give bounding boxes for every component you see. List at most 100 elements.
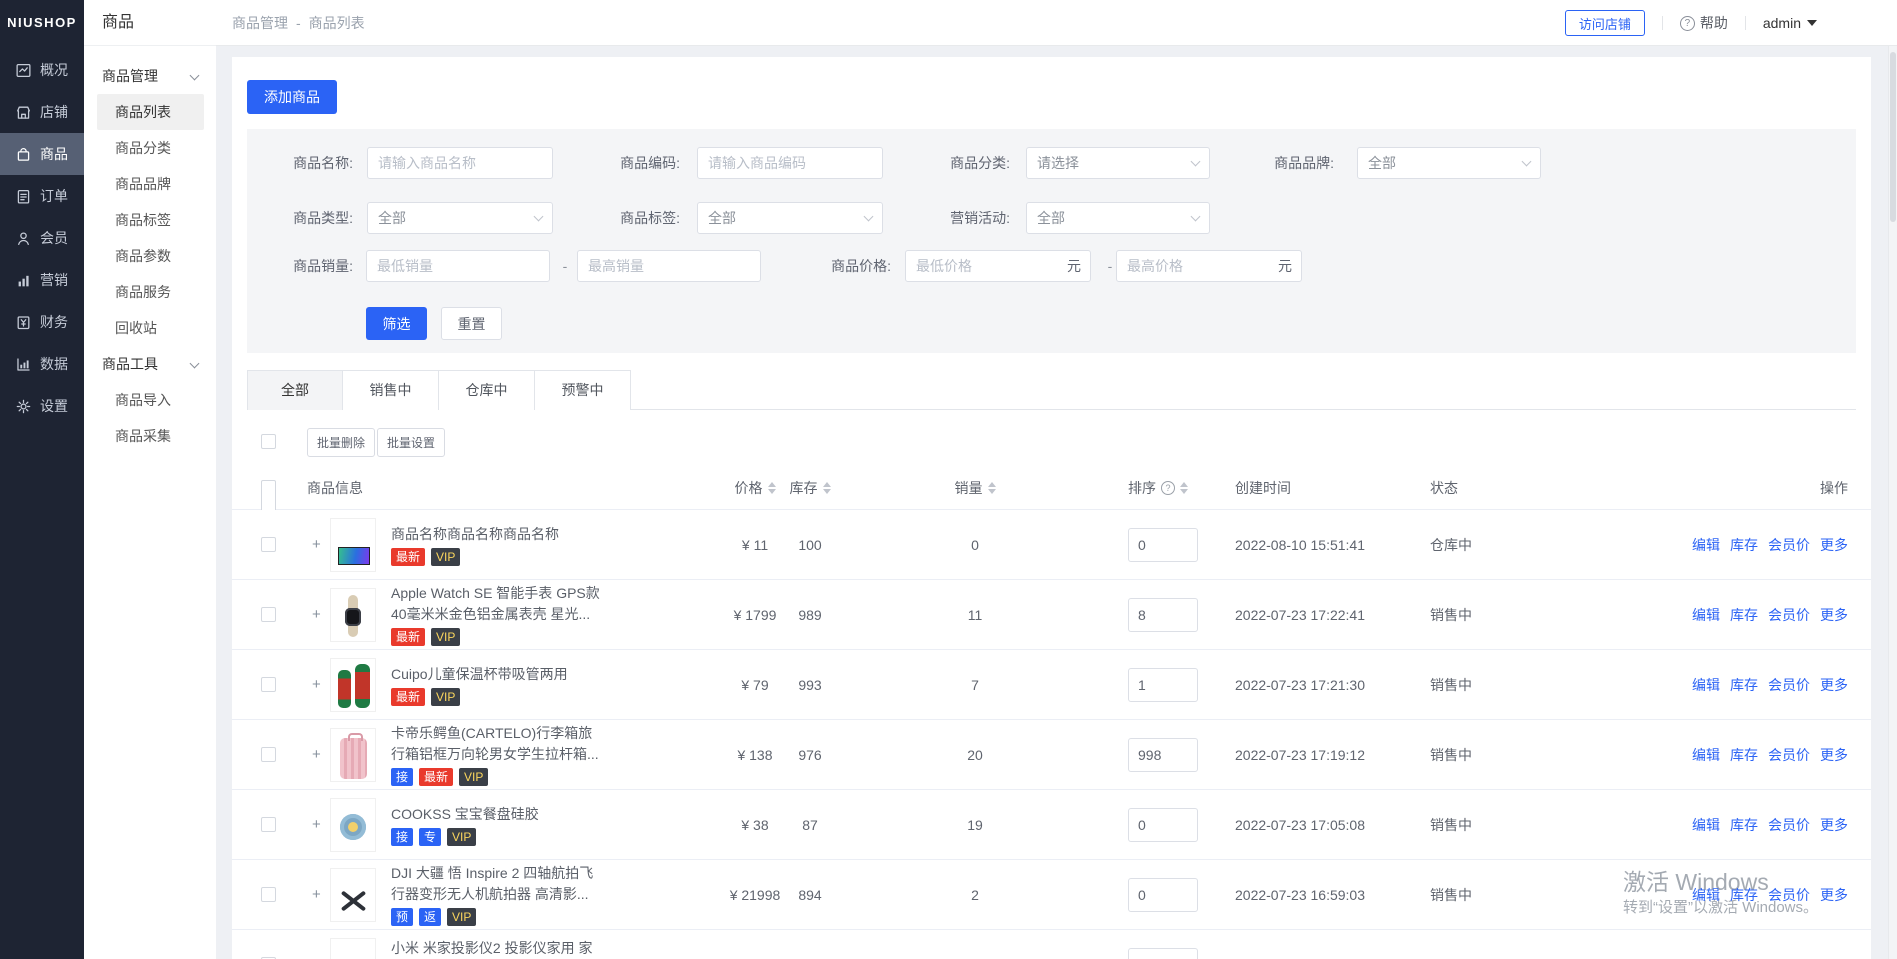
header-stock: 库存 <box>770 466 850 510</box>
sidebar-item-label: 会员 <box>40 228 68 248</box>
action-more[interactable]: 更多 <box>1820 675 1848 695</box>
menu-item-goods-collect[interactable]: 商品采集 <box>84 418 216 454</box>
sort-input[interactable] <box>1128 878 1198 912</box>
sort-toggle-icon[interactable] <box>823 482 831 494</box>
goods-code-input[interactable] <box>697 147 883 179</box>
batch-delete-button[interactable]: 批量删除 <box>307 428 375 457</box>
tab-warning[interactable]: 预警中 <box>535 370 631 410</box>
sidebar-item-overview[interactable]: 概况 <box>0 49 84 91</box>
action-more[interactable]: 更多 <box>1820 605 1848 625</box>
product-image <box>330 938 376 959</box>
action-member-price[interactable]: 会员价 <box>1768 675 1810 695</box>
menu-item-goods-list[interactable]: 商品列表 <box>97 94 204 130</box>
menu-item-goods-category[interactable]: 商品分类 <box>84 130 216 166</box>
menu-item-goods-label[interactable]: 商品标签 <box>84 202 216 238</box>
sort-input[interactable] <box>1128 598 1198 632</box>
menu-item-goods-import[interactable]: 商品导入 <box>84 382 216 418</box>
action-more[interactable]: 更多 <box>1820 745 1848 765</box>
action-edit[interactable]: 编辑 <box>1692 605 1720 625</box>
reset-button[interactable]: 重置 <box>441 307 502 340</box>
marketing-activity-select[interactable]: 全部 <box>1026 202 1210 234</box>
sort-input[interactable] <box>1128 808 1198 842</box>
menu-item-recycle-bin[interactable]: 回收站 <box>84 310 216 346</box>
action-member-price[interactable]: 会员价 <box>1768 745 1810 765</box>
tab-in-warehouse[interactable]: 仓库中 <box>439 370 535 410</box>
goods-tag-select[interactable]: 全部 <box>697 202 883 234</box>
goods-name-input[interactable] <box>367 147 553 179</box>
row-checkbox[interactable] <box>261 747 276 762</box>
user-menu[interactable]: admin <box>1763 15 1817 31</box>
row-checkbox[interactable] <box>261 817 276 832</box>
expand-row-button[interactable]: + <box>312 720 321 790</box>
max-sales-input[interactable] <box>577 250 761 282</box>
sidebar-item-finance[interactable]: 财务 <box>0 301 84 343</box>
menu-group-goods-manage[interactable]: 商品管理 <box>84 58 216 94</box>
min-sales-input[interactable] <box>366 250 550 282</box>
sidebar-item-members[interactable]: 会员 <box>0 217 84 259</box>
action-member-price[interactable]: 会员价 <box>1768 535 1810 555</box>
action-stock[interactable]: 库存 <box>1730 815 1758 835</box>
action-stock[interactable]: 库存 <box>1730 885 1758 905</box>
action-member-price[interactable]: 会员价 <box>1768 605 1810 625</box>
min-price-input[interactable] <box>905 250 1091 282</box>
tab-all[interactable]: 全部 <box>247 370 343 410</box>
sort-help-icon[interactable] <box>1161 481 1175 495</box>
action-stock[interactable]: 库存 <box>1730 535 1758 555</box>
expand-row-button[interactable]: + <box>312 790 321 860</box>
action-more[interactable]: 更多 <box>1820 885 1848 905</box>
menu-item-goods-params[interactable]: 商品参数 <box>84 238 216 274</box>
menu-item-goods-service[interactable]: 商品服务 <box>84 274 216 310</box>
action-stock[interactable]: 库存 <box>1730 675 1758 695</box>
action-member-price[interactable]: 会员价 <box>1768 885 1810 905</box>
action-more[interactable]: 更多 <box>1820 535 1848 555</box>
action-stock[interactable]: 库存 <box>1730 745 1758 765</box>
action-edit[interactable]: 编辑 <box>1692 815 1720 835</box>
action-more[interactable]: 更多 <box>1820 815 1848 835</box>
expand-row-button[interactable]: + <box>312 510 321 580</box>
row-checkbox[interactable] <box>261 887 276 902</box>
action-edit[interactable]: 编辑 <box>1692 745 1720 765</box>
sidebar-item-settings[interactable]: 设置 <box>0 385 84 427</box>
max-price-input[interactable] <box>1116 250 1302 282</box>
goods-type-label: 商品类型: <box>257 202 353 234</box>
goods-type-select[interactable]: 全部 <box>367 202 553 234</box>
sidebar-item-marketing[interactable]: 营销 <box>0 259 84 301</box>
expand-row-button[interactable]: + <box>312 580 321 650</box>
visit-shop-button[interactable]: 访问店铺 <box>1565 10 1645 36</box>
sort-input[interactable] <box>1128 528 1198 562</box>
filter-button[interactable]: 筛选 <box>366 307 427 340</box>
sort-input[interactable] <box>1128 738 1198 772</box>
action-stock[interactable]: 库存 <box>1730 605 1758 625</box>
action-edit[interactable]: 编辑 <box>1692 675 1720 695</box>
breadcrumb-item[interactable]: 商品管理 <box>232 15 288 31</box>
sort-input[interactable] <box>1128 668 1198 702</box>
badge: 最新 <box>391 548 425 566</box>
goods-category-select[interactable]: 请选择 <box>1026 147 1210 179</box>
action-member-price[interactable]: 会员价 <box>1768 815 1810 835</box>
sidebar-item-goods[interactable]: 商品 <box>0 133 84 175</box>
sort-toggle-icon[interactable] <box>988 482 996 494</box>
select-all-checkbox[interactable] <box>261 434 276 449</box>
row-checkbox[interactable] <box>261 607 276 622</box>
menu-group-goods-tools[interactable]: 商品工具 <box>84 346 216 382</box>
goods-brand-select[interactable]: 全部 <box>1357 147 1541 179</box>
row-checkbox[interactable] <box>261 677 276 692</box>
batch-setting-button[interactable]: 批量设置 <box>377 428 445 457</box>
expand-row-button[interactable]: + <box>312 650 321 720</box>
sidebar-item-data[interactable]: 数据 <box>0 343 84 385</box>
sort-toggle-icon[interactable] <box>1180 482 1188 494</box>
sort-input[interactable] <box>1128 948 1198 959</box>
help-menu[interactable]: 帮助 <box>1680 13 1728 33</box>
vertical-scrollbar[interactable] <box>1888 46 1897 959</box>
menu-item-goods-brand[interactable]: 商品品牌 <box>84 166 216 202</box>
scrollbar-thumb[interactable] <box>1890 52 1896 222</box>
action-edit[interactable]: 编辑 <box>1692 885 1720 905</box>
expand-row-button[interactable]: + <box>312 860 321 930</box>
tab-on-sale[interactable]: 销售中 <box>343 370 439 410</box>
add-product-button[interactable]: 添加商品 <box>247 80 337 114</box>
row-checkbox[interactable] <box>261 537 276 552</box>
sidebar-item-orders[interactable]: 订单 <box>0 175 84 217</box>
action-edit[interactable]: 编辑 <box>1692 535 1720 555</box>
sidebar-item-shop[interactable]: 店铺 <box>0 91 84 133</box>
breadcrumb-item[interactable]: 商品列表 <box>309 15 365 31</box>
